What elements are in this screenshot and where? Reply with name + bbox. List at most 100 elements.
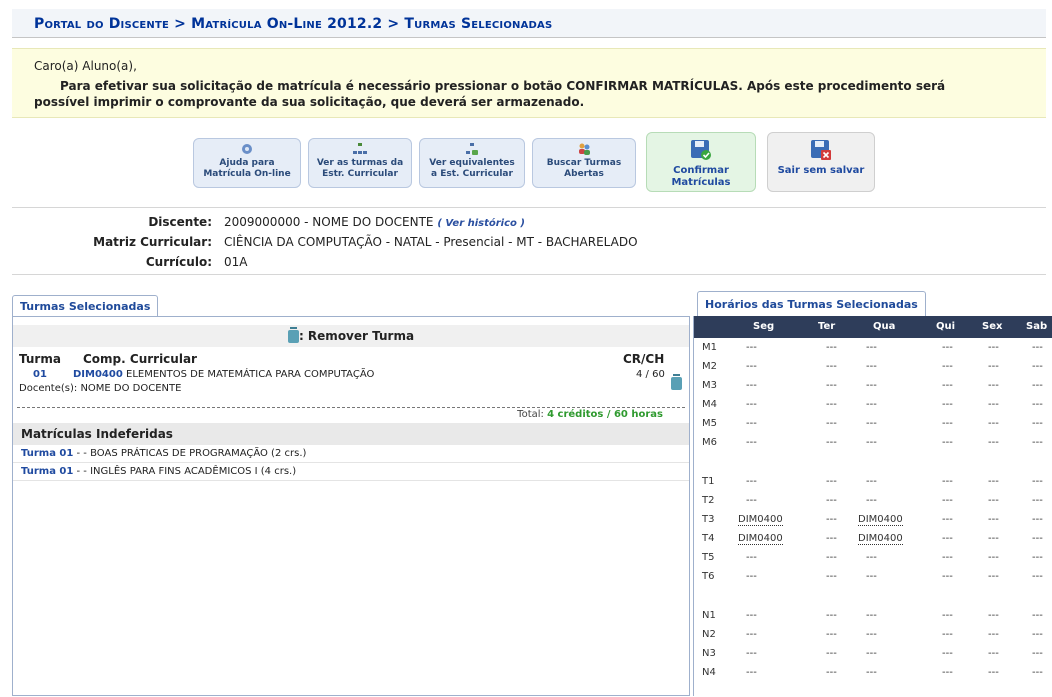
selected-turma: 01 (33, 369, 47, 380)
curriculo-label: Currículo: (145, 255, 212, 269)
schedule-empty-cell: --- (746, 437, 757, 448)
schedule-empty-cell: --- (826, 533, 837, 544)
schedule-empty-cell: --- (942, 648, 953, 659)
schedule-empty-cell: --- (942, 361, 953, 372)
schedule-empty-cell: --- (942, 667, 953, 678)
schedule-empty-cell: --- (942, 571, 953, 582)
schedule-empty-cell: --- (826, 514, 837, 525)
schedule-empty-cell: --- (866, 552, 877, 563)
schedule-empty-cell: --- (826, 667, 837, 678)
slot-label: M3 (702, 380, 717, 391)
turmas-estrutura-label-1: Ver as turmas da (316, 158, 404, 168)
schedule-empty-cell: --- (746, 361, 757, 372)
schedule-empty-cell: --- (746, 552, 757, 563)
schedule-empty-cell: --- (746, 476, 757, 487)
schedule-empty-cell: --- (988, 571, 999, 582)
schedule-empty-cell: --- (942, 552, 953, 563)
schedule-empty-cell: --- (942, 437, 953, 448)
schedule-empty-cell: --- (866, 437, 877, 448)
slot-label: N1 (702, 610, 716, 621)
breadcrumb: Portal do Discente > Matrícula On-Line 2… (12, 9, 1046, 38)
schedule-class-cell[interactable]: DIM0400 (738, 533, 783, 545)
schedule-class-cell[interactable]: DIM0400 (858, 533, 903, 545)
schedule-empty-cell: --- (826, 571, 837, 582)
slot-label: T6 (702, 571, 715, 582)
schedule-empty-cell: --- (826, 495, 837, 506)
slot-label: M4 (702, 399, 717, 410)
turmas-estrutura-label-2: Estr. Curricular (322, 169, 398, 179)
indeferida-turma-link[interactable]: Turma 01 (21, 448, 73, 459)
help-icon (242, 144, 252, 154)
schedule-header: Seg Ter Qua Qui Sex Sab (694, 316, 1052, 338)
schedule-class-cell[interactable]: DIM0400 (738, 514, 783, 526)
schedule-empty-cell: --- (866, 648, 877, 659)
schedule-empty-cell: --- (988, 476, 999, 487)
schedule-empty-cell: --- (866, 380, 877, 391)
sair-sem-salvar-button[interactable]: Sair sem salvar (767, 132, 875, 192)
schedule-empty-cell: --- (942, 533, 953, 544)
schedule-class-cell[interactable]: DIM0400 (858, 514, 903, 526)
schedule-empty-cell: --- (826, 437, 837, 448)
save-confirm-icon (691, 140, 711, 160)
schedule-empty-cell: --- (942, 476, 953, 487)
schedule-empty-cell: --- (1032, 667, 1043, 678)
historico-link[interactable]: ( Ver histórico ) (437, 218, 525, 229)
schedule-empty-cell: --- (866, 495, 877, 506)
schedule-empty-cell: --- (1032, 495, 1043, 506)
schedule-empty-cell: --- (826, 342, 837, 353)
schedule-empty-cell: --- (988, 648, 999, 659)
schedule-empty-cell: --- (1032, 552, 1043, 563)
schedule-empty-cell: --- (746, 399, 757, 410)
tab-turmas-selecionadas[interactable]: Turmas Selecionadas (12, 295, 159, 317)
remove-class-icon[interactable] (671, 374, 682, 390)
schedule-empty-cell: --- (826, 610, 837, 621)
schedule-empty-cell: --- (866, 629, 877, 640)
buscar-turmas-button[interactable]: Buscar Turmas Abertas (532, 138, 636, 188)
save-cancel-icon (811, 140, 831, 160)
schedule-empty-cell: --- (988, 610, 999, 621)
tab-horarios[interactable]: Horários das Turmas Selecionadas (697, 291, 926, 317)
turmas-estrutura-button[interactable]: Ver as turmas da Estr. Curricular (308, 138, 412, 188)
schedule-panel: Seg Ter Qua Qui Sex Sab M1 --- --- --- --- --… (693, 316, 1052, 696)
help-button[interactable]: Ajuda para Matrícula On-line (193, 138, 301, 188)
schedule-empty-cell: --- (826, 361, 837, 372)
schedule-empty-cell: --- (1032, 514, 1043, 525)
schedule-empty-cell: --- (942, 342, 953, 353)
confirmar-matriculas-button[interactable]: Confirmar Matrículas (646, 132, 756, 192)
help-label-1: Ajuda para (219, 158, 275, 168)
schedule-empty-cell: --- (1032, 399, 1043, 410)
remove-class-legend: : Remover Turma (13, 325, 689, 347)
schedule-empty-cell: --- (988, 399, 999, 410)
selected-docente: Docente(s): NOME DO DOCENTE (19, 383, 182, 394)
schedule-empty-cell: --- (988, 418, 999, 429)
schedule-empty-cell: --- (826, 399, 837, 410)
buscar-turmas-label-2: Abertas (564, 169, 604, 179)
slot-label: N2 (702, 629, 716, 640)
list-item: Turma 01 - - BOAS PRÁTICAS DE PROGRAMAÇÃ… (13, 445, 689, 463)
schedule-empty-cell: --- (1032, 476, 1043, 487)
list-item: Turma 01 - - INGLÊS PARA FINS ACADÊMICOS… (13, 463, 689, 481)
equivalentes-label-2: a Est. Curricular (431, 169, 513, 179)
selected-code-link[interactable]: DIM0400 (73, 369, 123, 380)
schedule-empty-cell: --- (746, 571, 757, 582)
schedule-empty-cell: --- (988, 667, 999, 678)
total-value: 4 créditos / 60 horas (547, 409, 663, 420)
equivalentes-button[interactable]: Ver equivalentes a Est. Curricular (419, 138, 525, 188)
col-crch: CR/CH (623, 352, 665, 366)
matriz-value: CIÊNCIA DA COMPUTAÇÃO - NATAL - Presenci… (224, 235, 638, 249)
total-summary: Total: 4 créditos / 60 horas (517, 409, 663, 420)
slot-label: M6 (702, 437, 717, 448)
instruction-message: Caro(a) Aluno(a), Para efetivar sua soli… (12, 48, 1046, 118)
schedule-empty-cell: --- (826, 380, 837, 391)
selected-classes-panel: : Remover Turma Turma Comp. Curricular C… (12, 316, 690, 696)
help-label-2: Matrícula On-line (203, 169, 291, 179)
day-seg: Seg (753, 321, 775, 332)
schedule-empty-cell: --- (746, 380, 757, 391)
schedule-empty-cell: --- (988, 552, 999, 563)
schedule-empty-cell: --- (746, 648, 757, 659)
schedule-empty-cell: --- (746, 629, 757, 640)
indeferida-turma-link[interactable]: Turma 01 (21, 466, 73, 477)
slot-label: T1 (702, 476, 715, 487)
action-toolbar: Ajuda para Matrícula On-line Ver as turm… (0, 128, 1052, 198)
slot-label: N4 (702, 667, 716, 678)
